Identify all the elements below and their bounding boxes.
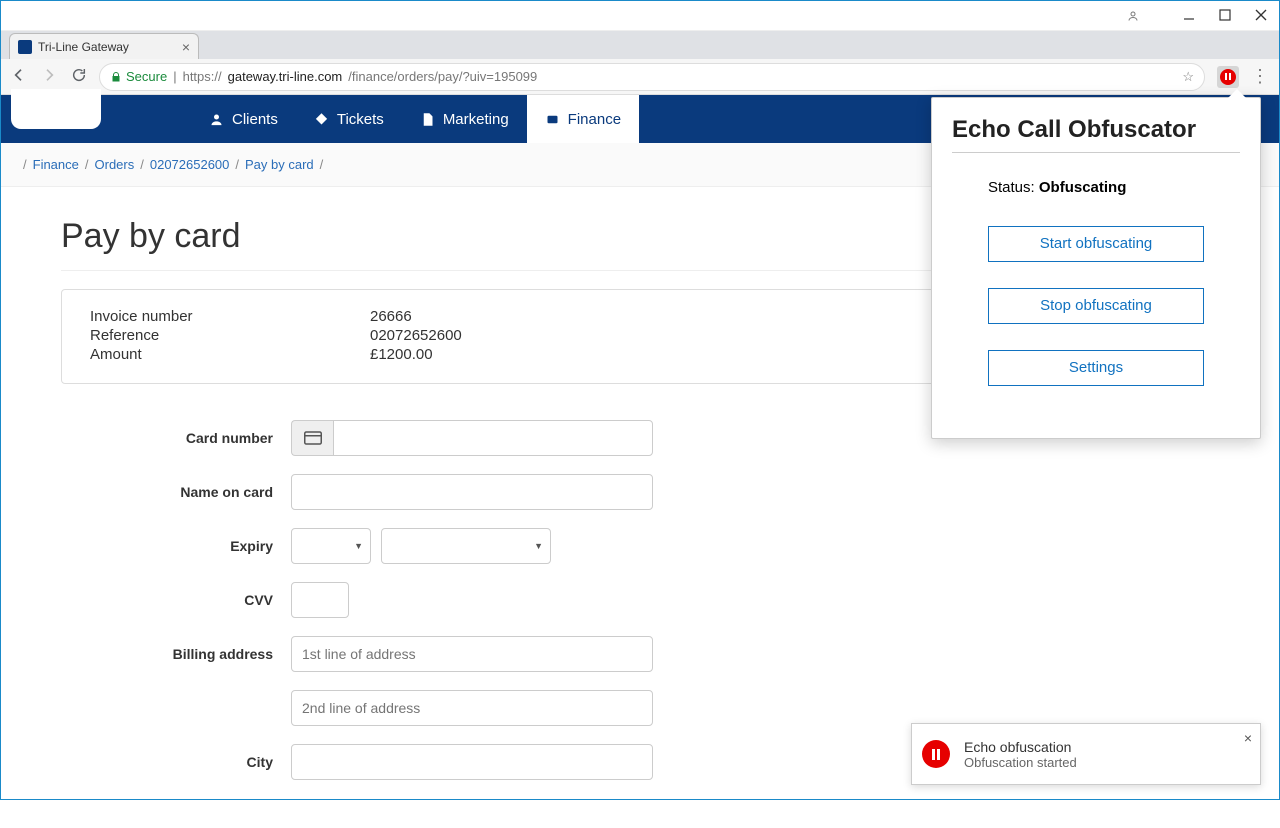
reload-icon[interactable]	[71, 67, 87, 86]
expiry-year-select[interactable]	[381, 528, 551, 564]
pause-icon	[922, 740, 950, 768]
notification-toast: Echo obfuscation Obfuscation started ×	[911, 723, 1261, 785]
credit-card-icon	[291, 420, 333, 456]
invoice-number-value: 26666	[370, 308, 412, 325]
expiry-month-select[interactable]	[291, 528, 371, 564]
close-icon[interactable]	[1255, 8, 1267, 24]
status-line: Status: Obfuscating	[952, 179, 1240, 196]
reference-label: Reference	[90, 327, 370, 344]
nav-label: Tickets	[337, 111, 384, 128]
breadcrumb: / Finance / Orders / 02072652600 / Pay b…	[23, 157, 323, 172]
crumb-finance[interactable]: Finance	[33, 157, 79, 172]
app-logo[interactable]	[11, 89, 101, 129]
status-value: Obfuscating	[1039, 179, 1127, 196]
tab-close-icon[interactable]: ×	[182, 39, 190, 55]
city-label: City	[61, 754, 291, 770]
name-on-card-input[interactable]	[291, 474, 653, 510]
address-line2-input[interactable]	[291, 690, 653, 726]
cvv-label: CVV	[61, 592, 291, 608]
bookmark-star-icon[interactable]: ☆	[1182, 69, 1194, 85]
status-label: Status:	[988, 179, 1035, 196]
popup-title: Echo Call Obfuscator	[952, 116, 1240, 144]
nav-tickets[interactable]: Tickets	[296, 95, 402, 143]
address-line1-input[interactable]	[291, 636, 653, 672]
minimize-icon[interactable]	[1183, 8, 1195, 24]
amount-value: £1200.00	[370, 346, 433, 363]
pause-icon	[1220, 69, 1236, 85]
card-number-label: Card number	[61, 430, 291, 446]
crumb-reference[interactable]: 02072652600	[150, 157, 230, 172]
nav-label: Finance	[568, 111, 621, 128]
url-path: /finance/orders/pay/?uiv=195099	[348, 69, 537, 84]
browser-menu-icon[interactable]: ⋮	[1251, 66, 1269, 87]
nav-clients[interactable]: Clients	[191, 95, 296, 143]
crumb-orders[interactable]: Orders	[95, 157, 135, 172]
secure-label: Secure	[126, 69, 167, 84]
billing-address-label: Billing address	[61, 646, 291, 662]
city-input[interactable]	[291, 744, 653, 780]
url-scheme: https://	[183, 69, 222, 84]
reference-value: 02072652600	[370, 327, 462, 344]
maximize-icon[interactable]	[1219, 8, 1231, 24]
crumb-paybycard[interactable]: Pay by card	[245, 157, 314, 172]
extension-popup: Echo Call Obfuscator Status: Obfuscating…	[931, 97, 1261, 439]
user-profile-icon[interactable]	[1123, 6, 1143, 26]
amount-label: Amount	[90, 346, 370, 363]
toast-close-icon[interactable]: ×	[1244, 730, 1252, 746]
browser-tabstrip: Tri-Line Gateway ×	[1, 31, 1279, 59]
tab-title: Tri-Line Gateway	[38, 40, 129, 54]
cvv-input[interactable]	[291, 582, 349, 618]
nav-label: Clients	[232, 111, 278, 128]
secure-badge: Secure	[110, 69, 167, 84]
nav-finance[interactable]: Finance	[527, 95, 639, 143]
settings-button[interactable]: Settings	[988, 350, 1204, 386]
nav-label: Marketing	[443, 111, 509, 128]
nav-marketing[interactable]: Marketing	[402, 95, 527, 143]
card-number-input[interactable]	[333, 420, 653, 456]
toast-icon	[922, 740, 950, 768]
url-bar[interactable]: Secure | https://gateway.tri-line.com/fi…	[99, 63, 1205, 91]
forward-icon	[41, 67, 57, 86]
toast-body: Obfuscation started	[964, 755, 1077, 770]
toast-title: Echo obfuscation	[964, 739, 1077, 755]
extension-icon[interactable]	[1217, 66, 1239, 88]
name-on-card-label: Name on card	[61, 484, 291, 500]
stop-obfuscating-button[interactable]: Stop obfuscating	[988, 288, 1204, 324]
back-icon[interactable]	[11, 67, 27, 86]
start-obfuscating-button[interactable]: Start obfuscating	[988, 226, 1204, 262]
window-titlebar	[1, 1, 1279, 31]
browser-tab[interactable]: Tri-Line Gateway ×	[9, 33, 199, 59]
url-host: gateway.tri-line.com	[228, 69, 343, 84]
favicon-icon	[18, 40, 32, 54]
invoice-number-label: Invoice number	[90, 308, 370, 325]
browser-address-bar: Secure | https://gateway.tri-line.com/fi…	[1, 59, 1279, 95]
expiry-label: Expiry	[61, 538, 291, 554]
